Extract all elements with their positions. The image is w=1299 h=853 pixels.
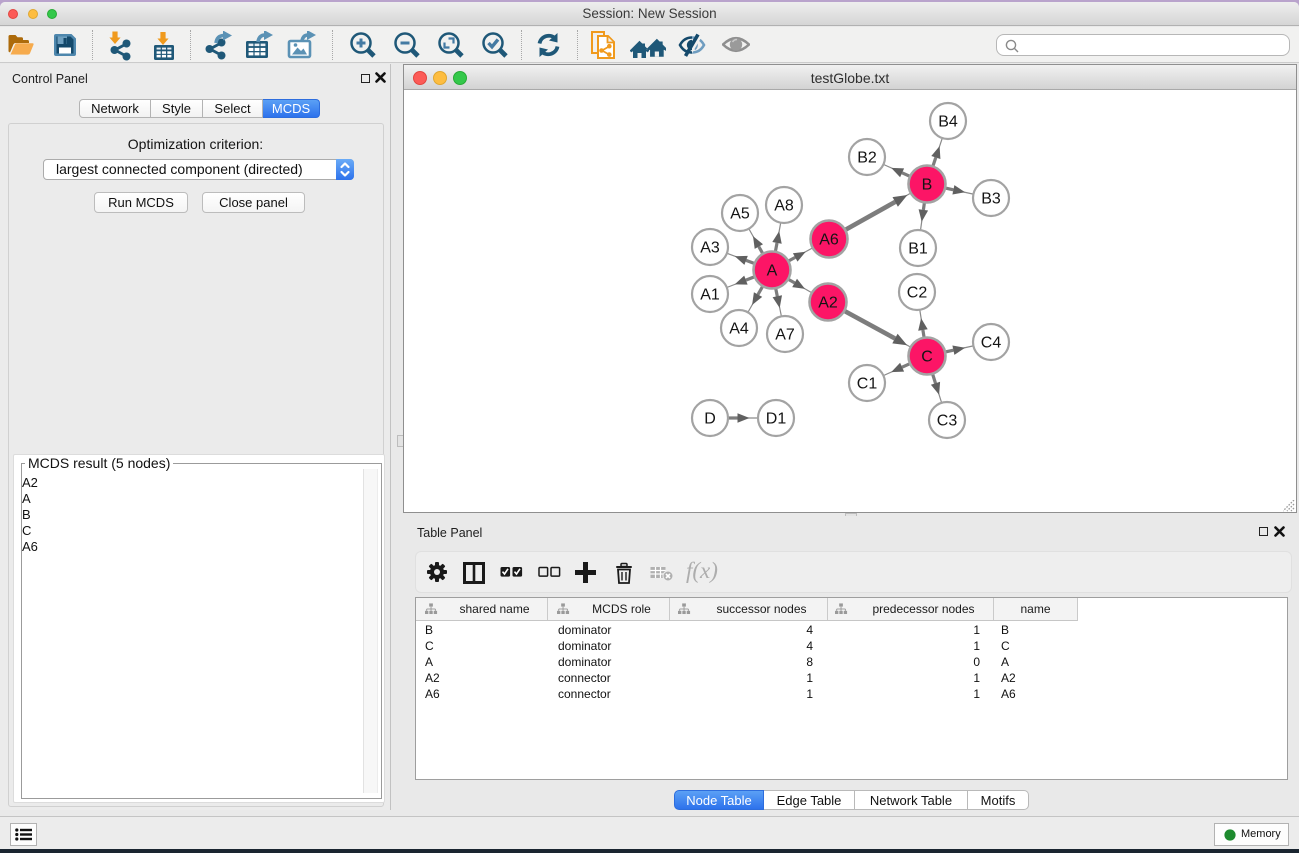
svg-text:C3: C3: [937, 413, 958, 430]
svg-text:C: C: [921, 349, 933, 366]
svg-text:A1: A1: [700, 287, 720, 304]
svg-text:C4: C4: [981, 335, 1002, 352]
svg-text:B4: B4: [938, 114, 958, 131]
svg-text:A: A: [767, 263, 778, 280]
svg-text:A7: A7: [775, 327, 795, 344]
svg-text:A4: A4: [729, 321, 749, 338]
svg-text:C1: C1: [857, 376, 878, 393]
svg-text:B3: B3: [981, 191, 1001, 208]
svg-text:A3: A3: [700, 240, 720, 257]
svg-text:D1: D1: [766, 411, 787, 428]
svg-text:A8: A8: [774, 198, 794, 215]
svg-text:D: D: [704, 411, 716, 428]
svg-text:A2: A2: [818, 295, 838, 312]
svg-text:A6: A6: [819, 232, 839, 249]
svg-text:B2: B2: [857, 150, 877, 167]
svg-text:B: B: [922, 177, 933, 194]
svg-text:A5: A5: [730, 206, 750, 223]
svg-text:C2: C2: [907, 285, 928, 302]
svg-text:B1: B1: [908, 241, 928, 258]
